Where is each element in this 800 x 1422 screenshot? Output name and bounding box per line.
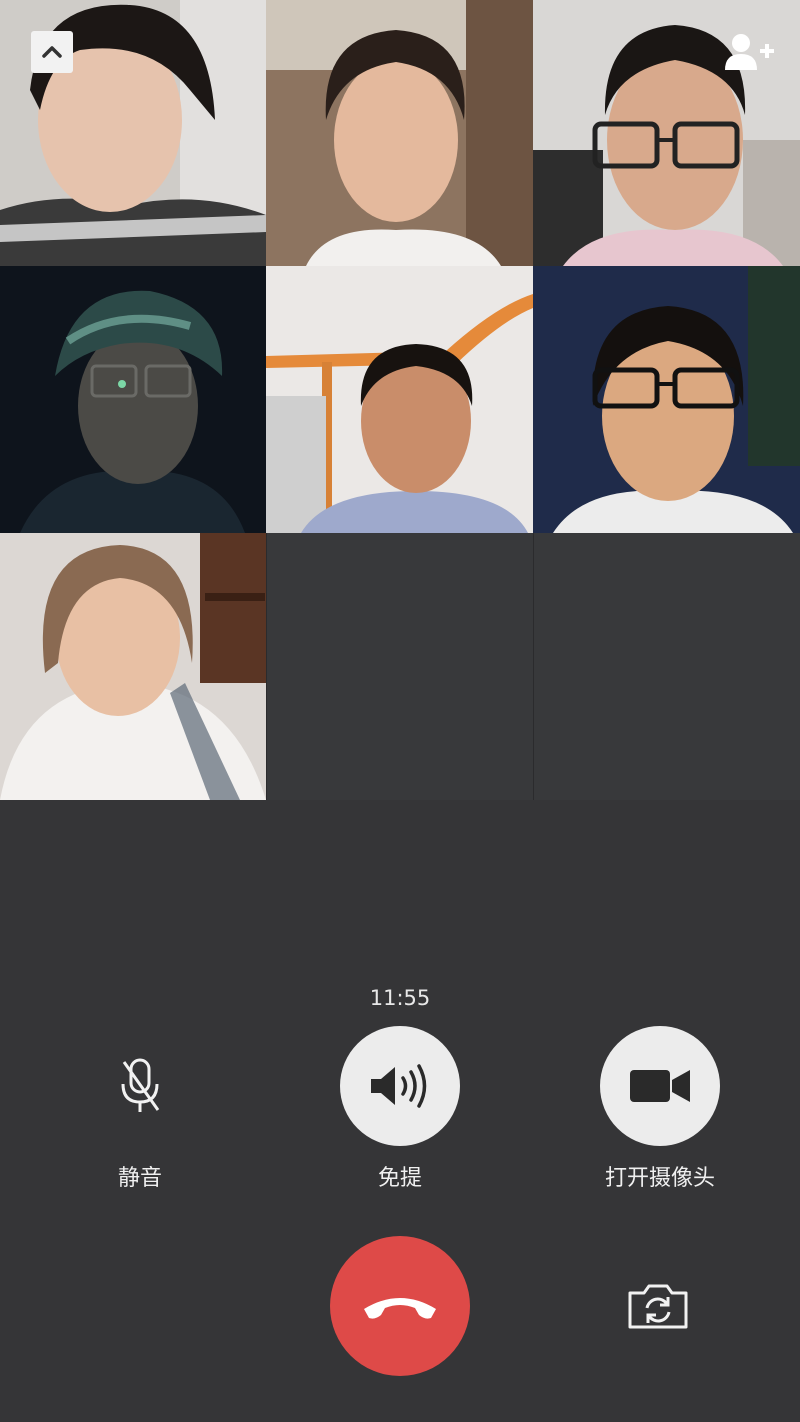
participant-6-image <box>533 266 800 533</box>
participant-video-5[interactable] <box>266 266 533 533</box>
add-member-button[interactable] <box>722 30 778 74</box>
collapse-button[interactable] <box>31 31 73 73</box>
participant-2-image <box>266 0 533 266</box>
camera-switch-icon <box>628 1284 688 1329</box>
empty-slot-1 <box>266 533 533 800</box>
phone-hangup-icon <box>364 1298 436 1319</box>
chevron-up-icon <box>42 46 62 58</box>
camera-label: 打开摄像头 <box>604 1166 715 1191</box>
speaker-icon <box>371 1064 427 1108</box>
video-grid <box>0 0 800 800</box>
switch-camera-button[interactable] <box>620 1276 696 1336</box>
mute-button[interactable] <box>80 1026 200 1146</box>
participant-4-image <box>0 266 266 533</box>
participant-5-image <box>266 266 533 533</box>
speaker-control[interactable]: 免提 <box>300 1026 500 1192</box>
empty-slot-2 <box>533 533 800 800</box>
hangup-button[interactable] <box>330 1236 470 1376</box>
mute-control[interactable]: 静音 <box>40 1026 240 1192</box>
camera-button[interactable] <box>600 1026 720 1146</box>
microphone-off-icon <box>121 1058 160 1112</box>
participant-video-2[interactable] <box>266 0 533 266</box>
mute-label: 静音 <box>117 1166 162 1191</box>
participant-7-image <box>0 533 266 800</box>
participant-video-6[interactable] <box>533 266 800 533</box>
call-timer: 11:55 <box>369 986 431 1010</box>
participant-video-7[interactable] <box>0 533 266 800</box>
participant-video-4[interactable] <box>0 266 266 533</box>
speaker-button[interactable] <box>340 1026 460 1146</box>
camera-control[interactable]: 打开摄像头 <box>560 1026 760 1192</box>
speaker-label: 免提 <box>377 1166 422 1191</box>
add-person-icon <box>725 34 774 70</box>
video-camera-icon <box>630 1070 690 1102</box>
